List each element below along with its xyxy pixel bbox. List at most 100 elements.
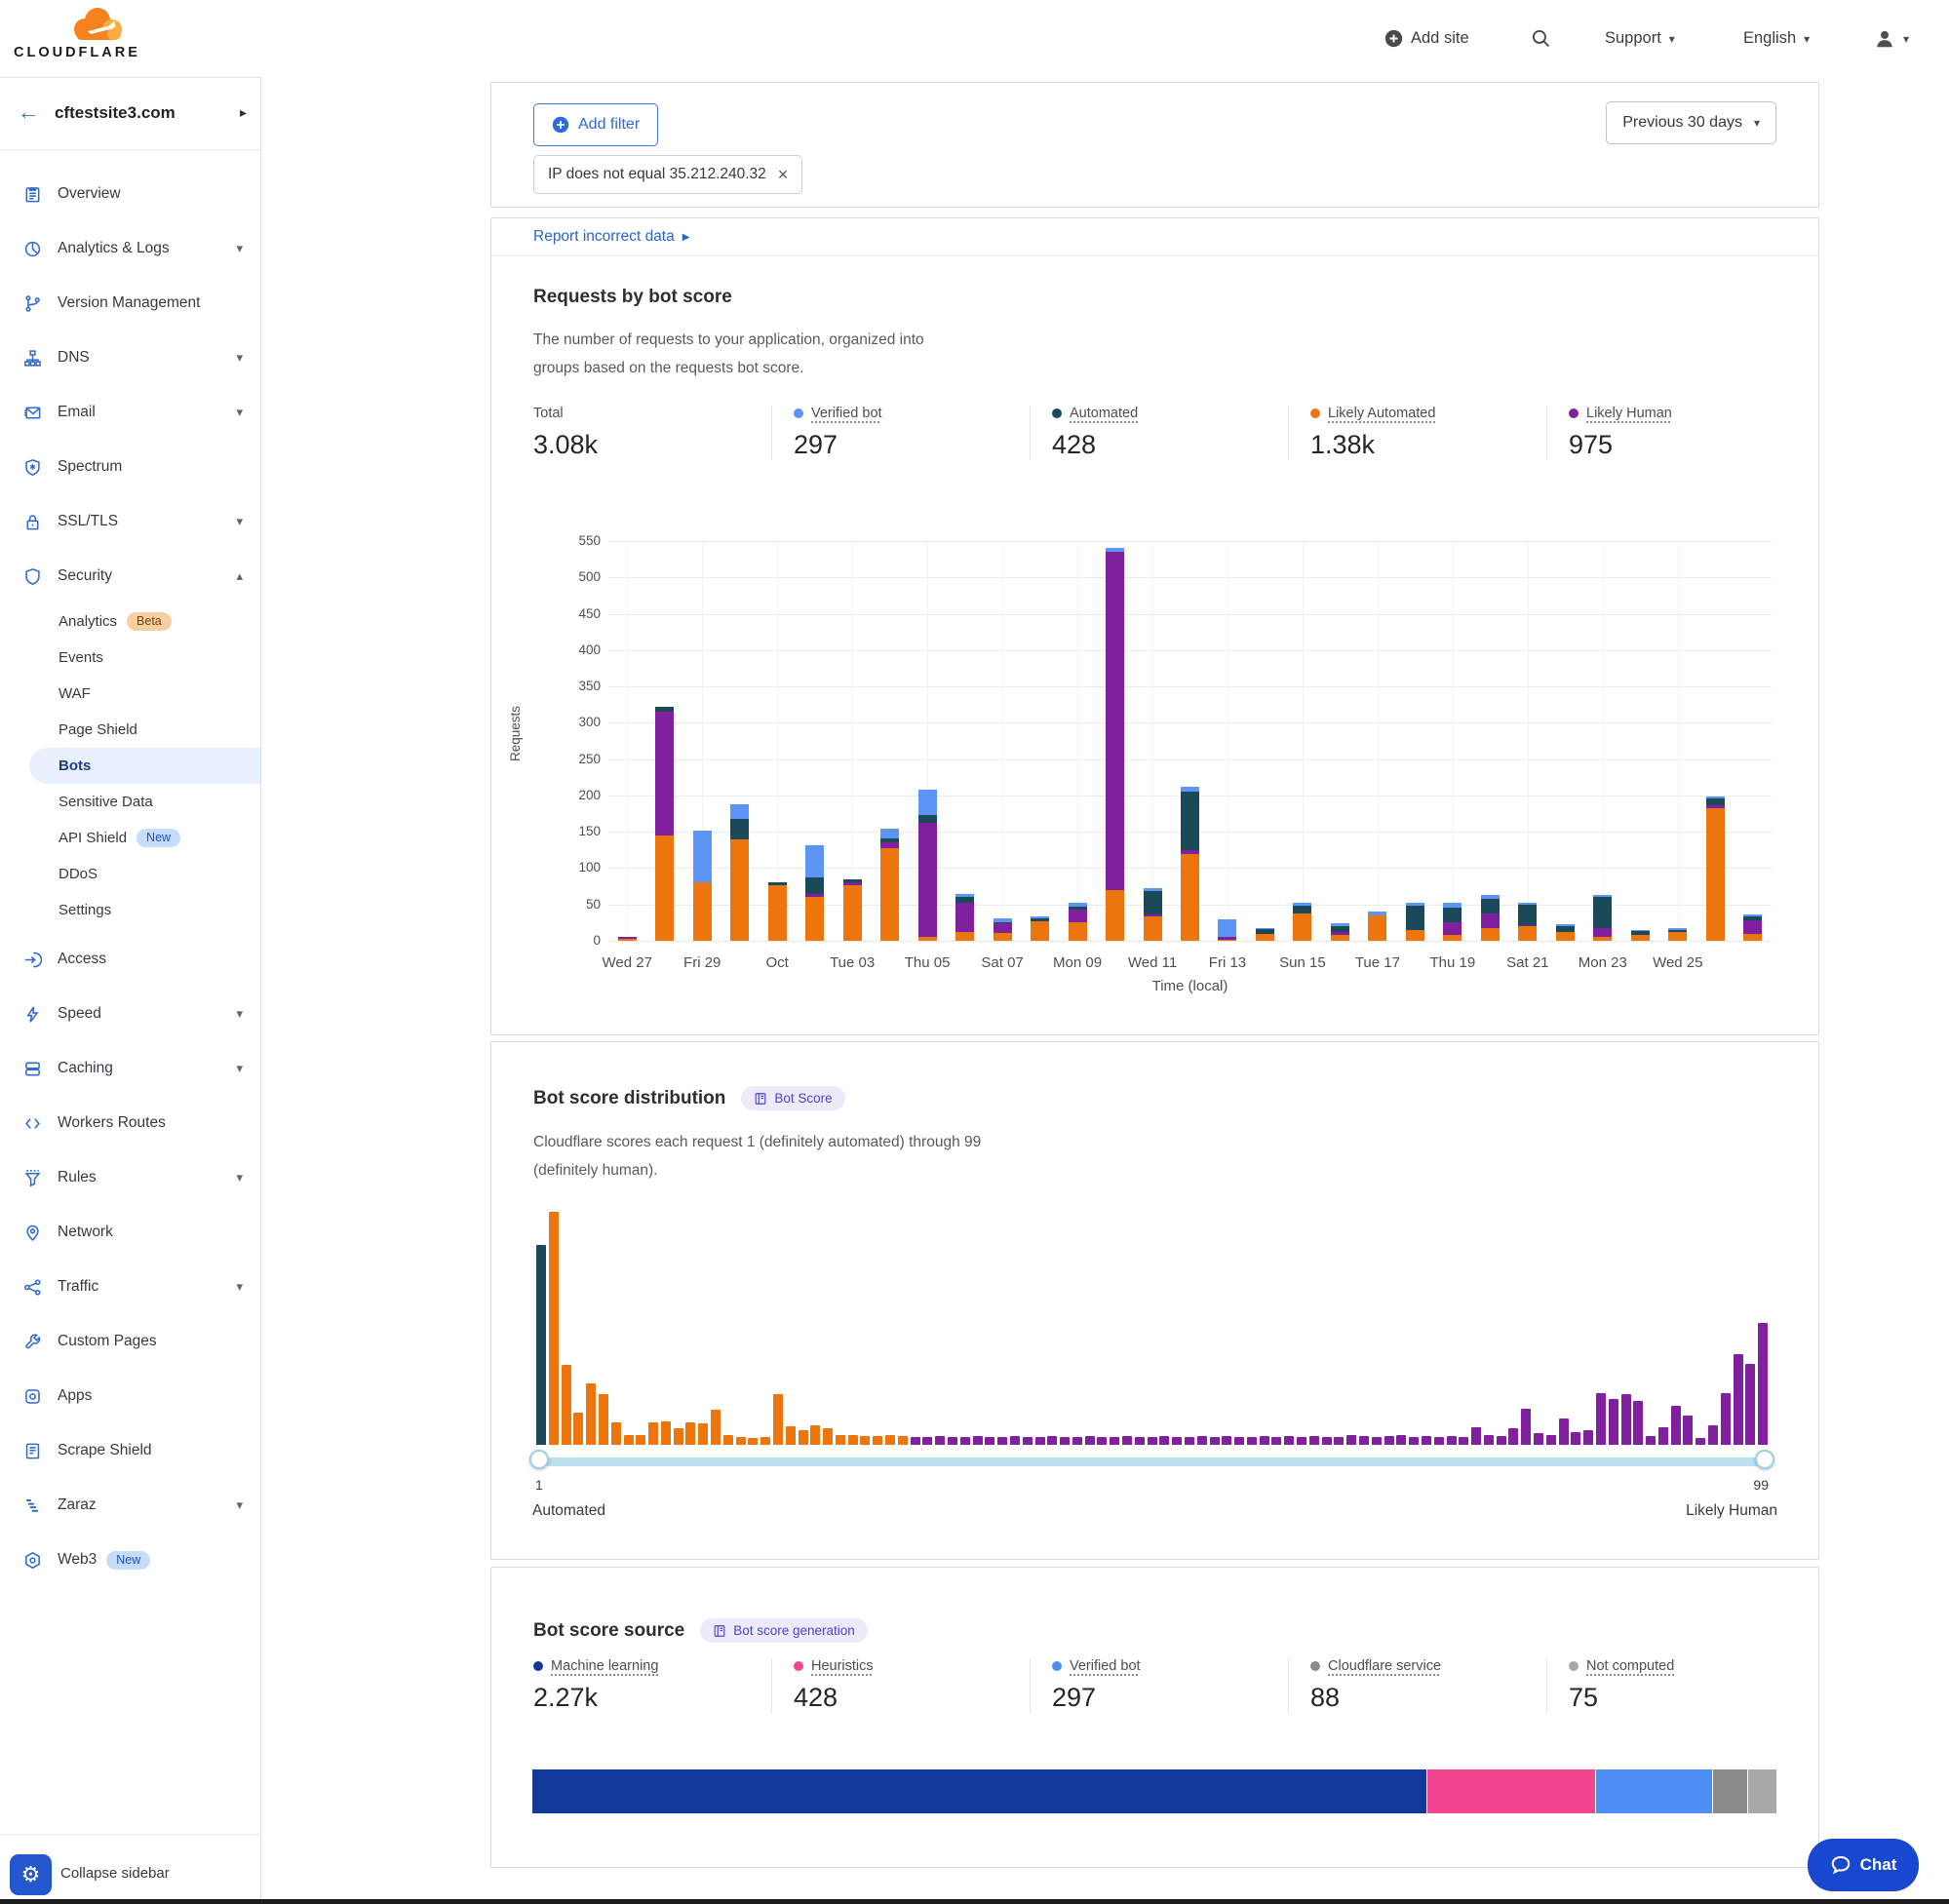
histogram-bar[interactable] — [1409, 1437, 1419, 1445]
chevron-right-icon[interactable]: ▸ — [240, 104, 247, 121]
sidebar-item-overview[interactable]: Overview — [0, 167, 260, 221]
sidebar-item-apps[interactable]: Apps — [0, 1369, 260, 1423]
sidebar-subitem-analytics[interactable]: AnalyticsBeta — [0, 603, 260, 640]
account-menu[interactable]: ▾ — [1874, 0, 1909, 77]
histogram-bar[interactable] — [674, 1428, 683, 1445]
chart-bar[interactable] — [655, 707, 674, 941]
histogram-bar[interactable] — [1346, 1435, 1356, 1445]
sidebar-item-workers-routes[interactable]: Workers Routes — [0, 1096, 260, 1150]
histogram-bar[interactable] — [1521, 1409, 1531, 1445]
slider-handle-min[interactable] — [529, 1450, 549, 1469]
histogram-bar[interactable] — [810, 1425, 820, 1445]
chart-bar[interactable] — [918, 790, 937, 941]
chart-bar[interactable] — [1518, 903, 1537, 942]
histogram-bar[interactable] — [973, 1436, 983, 1445]
histogram-bar[interactable] — [1683, 1416, 1693, 1445]
histogram-bar[interactable] — [1334, 1437, 1344, 1445]
histogram-bar[interactable] — [1197, 1436, 1207, 1445]
sidebar-item-ssl-tls[interactable]: SSL/TLS▾ — [0, 494, 260, 549]
remove-filter-icon[interactable]: × — [778, 166, 789, 183]
histogram-bar[interactable] — [1122, 1436, 1132, 1445]
histogram-bar[interactable] — [799, 1430, 808, 1445]
cloudflare-logo[interactable]: CLOUDFLARE — [14, 6, 140, 62]
support-menu[interactable]: Support ▾ — [1605, 0, 1675, 77]
add-filter-button[interactable]: Add filter — [533, 103, 658, 146]
histogram-bar[interactable] — [760, 1437, 770, 1445]
sidebar-subitem-page-shield[interactable]: Page Shield — [0, 712, 260, 748]
histogram-bar[interactable] — [1559, 1418, 1569, 1445]
chart-bar[interactable] — [1593, 895, 1612, 941]
histogram-bar[interactable] — [1745, 1364, 1755, 1445]
chat-button[interactable]: Chat — [1808, 1839, 1919, 1891]
histogram-bar[interactable] — [1671, 1406, 1681, 1445]
histogram-bar[interactable] — [1322, 1437, 1332, 1445]
histogram-bar[interactable] — [935, 1436, 945, 1445]
site-switcher[interactable]: ← cftestsite3.com ▸ — [0, 78, 260, 150]
histogram-bar[interactable] — [1497, 1436, 1506, 1445]
histogram-bar[interactable] — [1633, 1401, 1643, 1445]
sidebar-subitem-ddos[interactable]: DDoS — [0, 856, 260, 892]
sidebar-item-access[interactable]: Access — [0, 932, 260, 987]
chart-bar[interactable] — [994, 918, 1012, 941]
chart-bar[interactable] — [1106, 548, 1124, 941]
chart-bar[interactable] — [1443, 903, 1462, 942]
chart-bar[interactable] — [880, 829, 899, 941]
histogram-bar[interactable] — [1708, 1425, 1718, 1445]
histogram-bar[interactable] — [748, 1438, 758, 1445]
histogram-bar[interactable] — [599, 1394, 608, 1445]
add-site-button[interactable]: Add site — [1384, 0, 1469, 77]
histogram-bar[interactable] — [1210, 1437, 1220, 1445]
histogram-bar[interactable] — [1309, 1436, 1319, 1445]
sidebar-subitem-events[interactable]: Events — [0, 640, 260, 676]
histogram-bar[interactable] — [985, 1437, 994, 1445]
chart-bar[interactable] — [693, 831, 712, 941]
sidebar-item-zaraz[interactable]: Zaraz▾ — [0, 1478, 260, 1533]
sidebar-item-spectrum[interactable]: Spectrum — [0, 440, 260, 494]
chart-bar[interactable] — [1218, 919, 1236, 941]
active-filter-chip[interactable]: IP does not equal 35.212.240.32 × — [533, 155, 802, 194]
sidebar-item-web3[interactable]: Web3New — [0, 1533, 260, 1587]
back-arrow-icon[interactable]: ← — [18, 101, 39, 123]
histogram-bar[interactable] — [1534, 1433, 1543, 1445]
histogram-bar[interactable] — [848, 1435, 858, 1445]
histogram-bar[interactable] — [1297, 1437, 1306, 1445]
chart-bar[interactable] — [1481, 895, 1500, 941]
sidebar-item-rules[interactable]: Rules▾ — [0, 1150, 260, 1205]
histogram-bar[interactable] — [1271, 1437, 1281, 1445]
histogram-bar[interactable] — [685, 1422, 695, 1445]
histogram-bar[interactable] — [648, 1422, 658, 1445]
bot-score-generation-badge[interactable]: Bot score generation — [700, 1618, 868, 1643]
sidebar-item-dns[interactable]: DNS▾ — [0, 330, 260, 385]
chart-bar[interactable] — [1556, 924, 1575, 941]
histogram-bar[interactable] — [549, 1212, 559, 1445]
sidebar-item-version-management[interactable]: Version Management — [0, 276, 260, 330]
histogram-bar[interactable] — [1396, 1435, 1406, 1445]
chart-bar[interactable] — [1069, 903, 1087, 942]
histogram-bar[interactable] — [1721, 1393, 1731, 1445]
histogram-bar[interactable] — [948, 1437, 957, 1445]
histogram-bar[interactable] — [786, 1426, 796, 1445]
histogram-bar[interactable] — [711, 1410, 721, 1445]
histogram-bar[interactable] — [661, 1421, 671, 1445]
histogram-bar[interactable] — [1185, 1437, 1194, 1445]
histogram-bar[interactable] — [1696, 1438, 1705, 1445]
histogram-bar[interactable] — [1023, 1437, 1033, 1445]
chart-bar[interactable] — [843, 879, 862, 941]
date-range-dropdown[interactable]: Previous 30 days ▾ — [1606, 101, 1776, 144]
report-incorrect-data-link[interactable]: Report incorrect data ▶ — [533, 228, 689, 246]
histogram-bar[interactable] — [1658, 1427, 1668, 1445]
language-menu[interactable]: English ▾ — [1743, 0, 1810, 77]
histogram-bar[interactable] — [1234, 1437, 1244, 1445]
sidebar-subitem-waf[interactable]: WAF — [0, 676, 260, 712]
quick-settings-button[interactable]: ⚙ — [10, 1854, 52, 1895]
histogram-bar[interactable] — [1758, 1323, 1768, 1445]
histogram-bar[interactable] — [636, 1435, 645, 1445]
histogram-bar[interactable] — [922, 1437, 932, 1445]
histogram-bar[interactable] — [1447, 1436, 1457, 1445]
histogram-bar[interactable] — [1172, 1437, 1182, 1445]
histogram-bar[interactable] — [885, 1435, 895, 1445]
sidebar-item-analytics-logs[interactable]: Analytics & Logs▾ — [0, 221, 260, 276]
histogram-bar[interactable] — [1035, 1437, 1045, 1445]
histogram-bar[interactable] — [562, 1365, 571, 1445]
sidebar-subitem-bots[interactable]: Bots — [29, 748, 260, 784]
